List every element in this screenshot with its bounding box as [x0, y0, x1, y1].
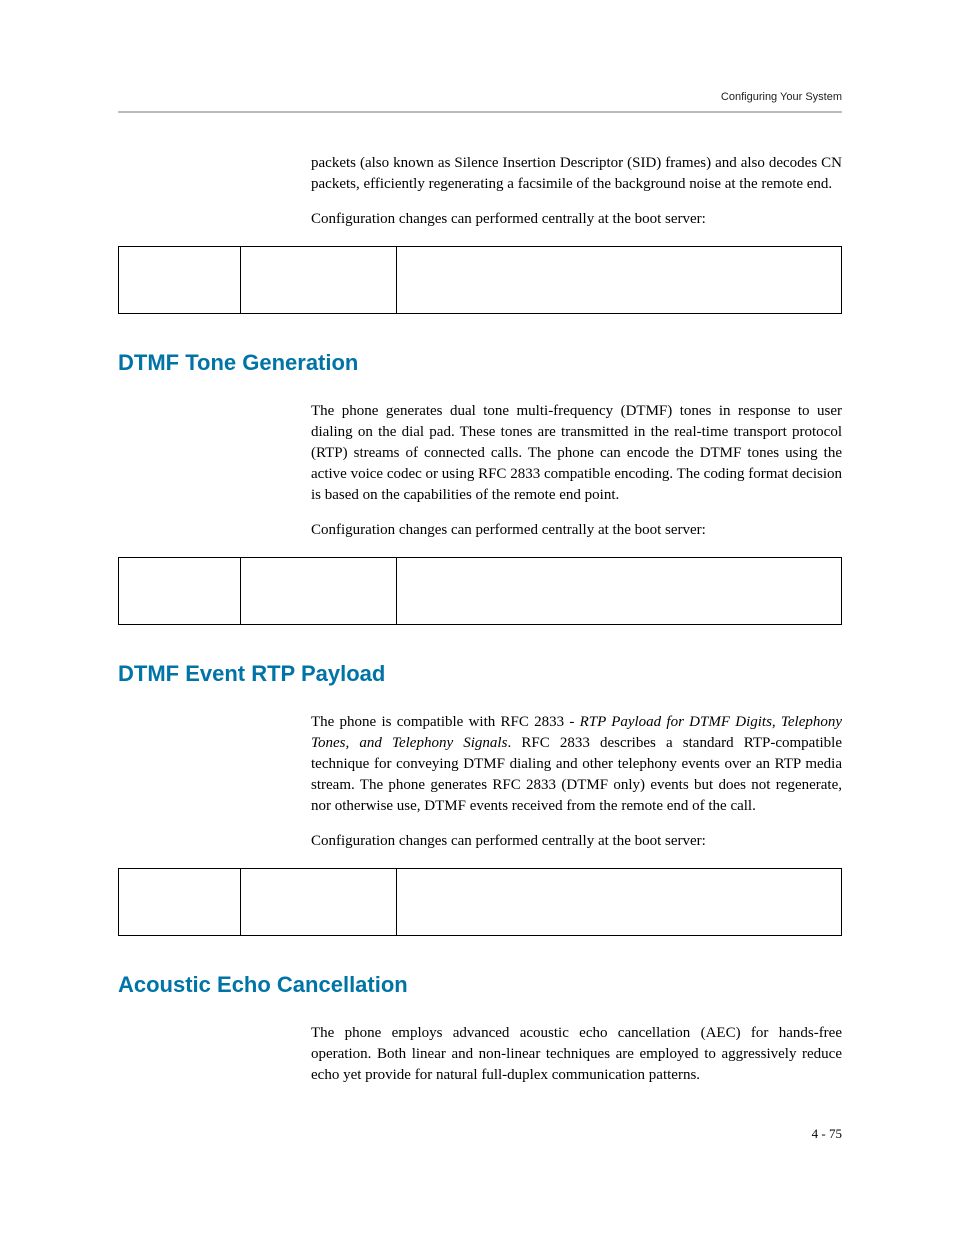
intro-paragraph-1: packets (also known as Silence Insertion…: [311, 153, 842, 195]
section-heading-acoustic-echo-cancellation: Acoustic Echo Cancellation: [118, 970, 842, 1001]
table-cell: [397, 247, 842, 314]
table-cell: [397, 868, 842, 935]
aec-paragraph-1: The phone employs advanced acoustic echo…: [311, 1023, 842, 1086]
config-table-3: [118, 868, 842, 936]
page-number: 4 - 75: [812, 1125, 842, 1143]
para-text-pre: The phone is compatible with RFC 2833 -: [311, 714, 580, 730]
table-row: [119, 247, 842, 314]
dtmf-tone-paragraph-2: Configuration changes can performed cent…: [311, 520, 842, 541]
config-table-1: [118, 246, 842, 314]
dtmf-event-paragraph-2: Configuration changes can performed cent…: [311, 831, 842, 852]
table-row: [119, 868, 842, 935]
table-cell: [241, 868, 397, 935]
table-row: [119, 558, 842, 625]
table-cell: [397, 558, 842, 625]
header-divider: [118, 111, 842, 113]
config-table-2: [118, 557, 842, 625]
page-header: Configuring Your System: [118, 90, 842, 105]
section-heading-dtmf-tone-generation: DTMF Tone Generation: [118, 348, 842, 379]
section-heading-dtmf-event-rtp-payload: DTMF Event RTP Payload: [118, 659, 842, 690]
dtmf-event-paragraph-1: The phone is compatible with RFC 2833 - …: [311, 712, 842, 817]
table-cell: [119, 247, 241, 314]
table-cell: [241, 247, 397, 314]
intro-paragraph-2: Configuration changes can performed cent…: [311, 209, 842, 230]
dtmf-tone-paragraph-1: The phone generates dual tone multi-freq…: [311, 401, 842, 506]
table-cell: [119, 558, 241, 625]
table-cell: [119, 868, 241, 935]
table-cell: [241, 558, 397, 625]
